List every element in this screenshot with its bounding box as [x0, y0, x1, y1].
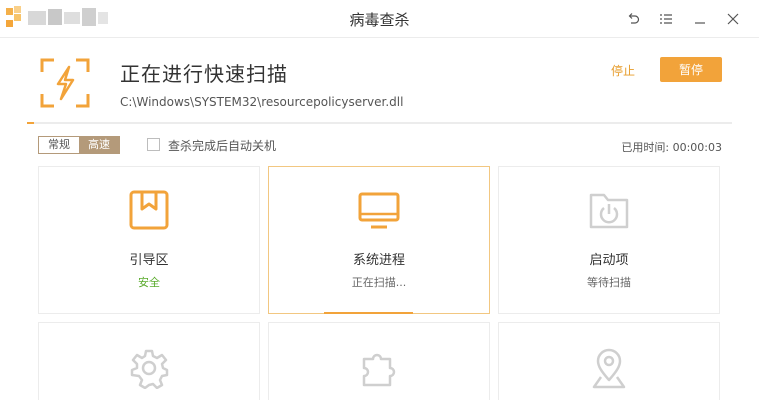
mode-normal-tab[interactable]: 常规	[39, 137, 79, 153]
elapsed-time: 已用时间: 00:00:03	[621, 139, 722, 155]
undo-icon	[628, 13, 640, 24]
minimize-icon	[695, 22, 705, 24]
scan-item-name: 系统进程	[352, 253, 405, 268]
menu-icon	[660, 14, 672, 24]
scan-item-status: 等待扫描	[587, 276, 631, 289]
scan-bolt-icon	[40, 58, 90, 108]
minimize-button[interactable]	[689, 8, 711, 30]
auto-shutdown-label: 查杀完成后自动关机	[168, 139, 277, 153]
scan-item-status: 安全	[138, 276, 160, 289]
close-icon	[727, 13, 739, 25]
scan-item-status: 正在扫描...	[351, 276, 407, 289]
scan-item-settings	[38, 322, 260, 400]
close-button[interactable]	[722, 8, 744, 30]
elapsed-label: 已用时间:	[621, 141, 670, 154]
scan-item-name: 启动项	[589, 253, 629, 268]
scan-item-location	[498, 322, 720, 400]
gear-icon	[130, 349, 169, 389]
scan-item-system-process: 系统进程 正在扫描...	[268, 166, 490, 314]
menu-button[interactable]	[655, 8, 677, 30]
scan-item-name: 引导区	[129, 253, 169, 268]
stop-button[interactable]: 停止	[611, 62, 635, 79]
scan-progress-bar	[27, 122, 732, 124]
auto-shutdown-checkbox[interactable]	[147, 138, 160, 151]
elapsed-value: 00:00:03	[672, 141, 722, 154]
puzzle-icon	[362, 353, 396, 387]
pause-button[interactable]: 暂停	[660, 57, 722, 82]
title-bar: 病毒查杀	[0, 0, 759, 38]
bookmark-box-icon	[129, 190, 169, 230]
monitor-icon	[358, 192, 400, 229]
scan-title: 正在进行快速扫描	[120, 62, 288, 86]
scan-mode-switch: 常规 高速	[38, 136, 120, 154]
scan-item-boot-sector: 引导区 安全	[38, 166, 260, 314]
back-button[interactable]	[622, 8, 644, 30]
current-scan-file: C:\Windows\SYSTEM32\resourcepolicyserver…	[120, 95, 404, 109]
scan-item-plugins	[268, 322, 490, 400]
mode-fast-tab[interactable]: 高速	[79, 137, 119, 153]
scan-item-startup: 启动项 等待扫描	[498, 166, 720, 314]
location-pin-icon	[592, 348, 626, 389]
scan-progress-fill	[27, 122, 35, 124]
power-folder-icon	[589, 193, 629, 229]
window-title: 病毒查杀	[349, 11, 410, 29]
scan-item-progress	[324, 312, 413, 314]
